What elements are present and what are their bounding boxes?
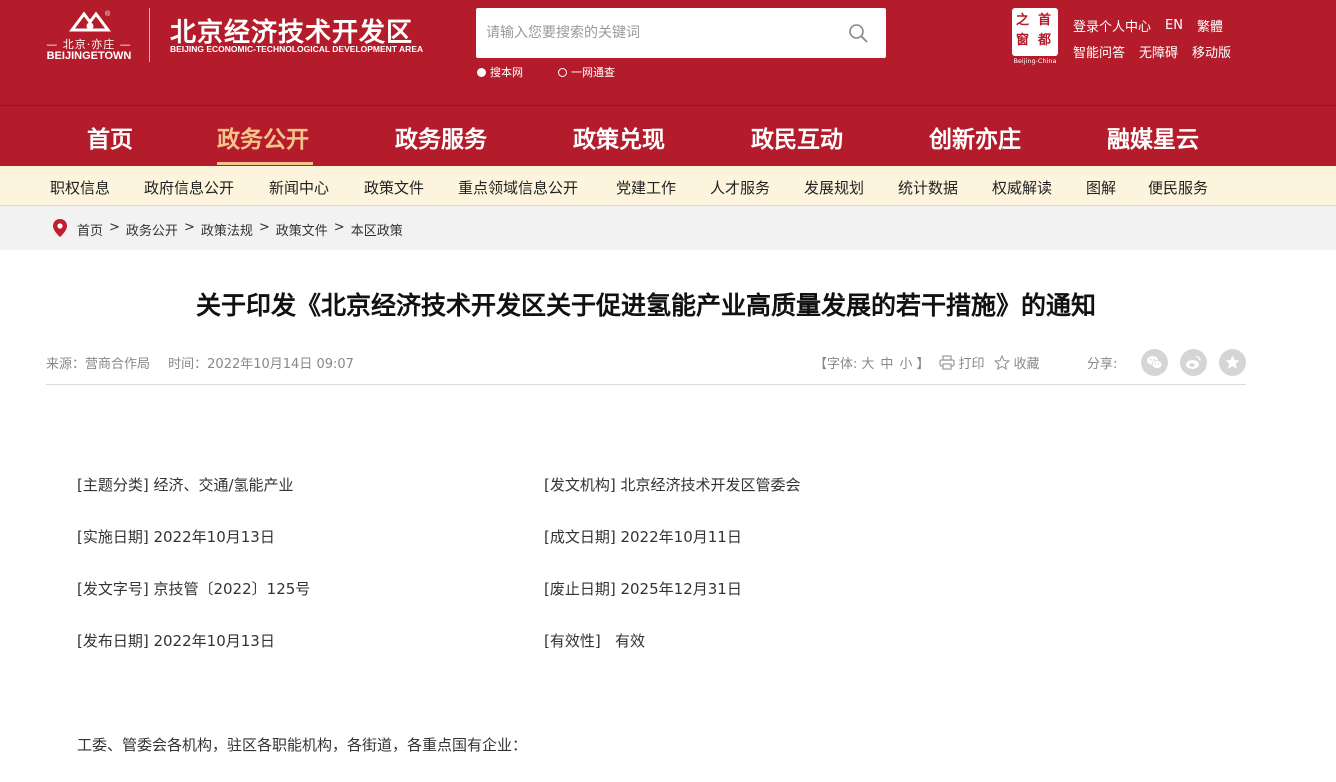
subnav-item[interactable]: 新闻中心: [269, 177, 329, 198]
etown-logo-icon: ®: [69, 10, 111, 32]
search-input[interactable]: [486, 21, 826, 45]
breadcrumb-separator: >: [183, 220, 195, 235]
capital-logo-char: 都: [1038, 33, 1052, 48]
subnav-item[interactable]: 权威解读: [992, 177, 1052, 198]
breadcrumb-separator: >: [109, 220, 120, 235]
subnav-item[interactable]: 人才服务: [710, 177, 770, 198]
article-source: 来源：营商合作局: [46, 357, 151, 372]
article-greeting: 工委、管委会各机构，驻区各职能机构，各街道，各重点国有企业：: [77, 736, 528, 754]
english-link[interactable]: EN: [1165, 18, 1183, 33]
breadcrumb: 首页 > 政务公开 > 政策法规 > 政策文件 > 本区政策: [77, 220, 403, 239]
subnav-item[interactable]: 重点领域信息公开: [458, 177, 578, 198]
logo-english: BEIJINGETOWN: [46, 50, 132, 62]
site-header: ® — 北京·亦庄 — BEIJINGETOWN 北京经济技术开发区 BEIJI…: [0, 0, 1336, 166]
share-label: 分享:: [1087, 357, 1118, 372]
nav-interaction[interactable]: 政民互动: [751, 120, 843, 154]
radio-empty-icon: [558, 67, 567, 77]
location-pin-icon: [53, 219, 67, 237]
logo-divider: [149, 8, 150, 62]
site-subtitle: BEIJING ECONOMIC-TECHNOLOGICAL DEVELOPME…: [170, 44, 424, 54]
nav-home[interactable]: 首页: [87, 120, 133, 154]
font-size-medium[interactable]: 中: [880, 353, 893, 372]
subnav-item[interactable]: 职权信息: [50, 177, 110, 198]
capital-logo-char: 之: [1016, 13, 1030, 28]
main-nav: 首页 政务公开 政务服务 政策兑现 政民互动 创新亦庄 融媒星云: [0, 106, 1336, 166]
breadcrumb-separator: >: [333, 220, 345, 235]
nav-active-indicator: [217, 162, 313, 165]
share-wechat-button[interactable]: [1141, 349, 1168, 376]
info-doc-number: [发文字号] 京技管〔2022〕125号: [77, 580, 311, 598]
scope-all-radio[interactable]: 一网通查: [558, 64, 615, 80]
font-size-label-close: 】: [916, 357, 930, 372]
svg-text:®: ®: [105, 10, 111, 18]
wechat-icon: [1147, 356, 1163, 369]
search-icon[interactable]: [848, 23, 868, 43]
info-publish-date: [发布日期] 2022年10月13日: [77, 632, 275, 650]
article-meta: 来源：营商合作局 时间：2022年10月14日 09:07: [46, 353, 368, 372]
capital-logo-char: 窗: [1016, 33, 1030, 48]
breadcrumb-policy-docs[interactable]: 政策文件: [276, 220, 328, 239]
capital-logo-english: Beijing-China: [1013, 57, 1057, 65]
subnav-item[interactable]: 政策文件: [364, 177, 424, 198]
accessibility-link[interactable]: 无障碍: [1139, 42, 1178, 61]
font-size-label: 【字体:: [814, 357, 858, 372]
info-subject: [主题分类] 经济、交通/氢能产业: [77, 476, 294, 494]
info-validity: [有效性] 有效: [544, 632, 646, 650]
meta-divider: [46, 384, 1246, 385]
radio-selected-icon: [477, 67, 486, 77]
scope-site-label: 搜本网: [490, 66, 523, 79]
top-links: 登录个人中心 EN 繁體 智能问答 无障碍 移动版: [1073, 12, 1231, 64]
subnav-item[interactable]: 政府信息公开: [144, 177, 234, 198]
subnav-item[interactable]: 发展规划: [804, 177, 864, 198]
nav-gov-services[interactable]: 政务服务: [395, 120, 487, 154]
share-weibo-button[interactable]: [1180, 349, 1207, 376]
info-effective-date: [实施日期] 2022年10月13日: [77, 528, 275, 546]
info-written-date: [成文日期] 2022年10月11日: [544, 528, 742, 546]
weibo-icon: [1186, 355, 1201, 369]
breadcrumb-bar: 首页 > 政务公开 > 政策法规 > 政策文件 > 本区政策: [0, 206, 1336, 250]
smart-qa-link[interactable]: 智能问答: [1073, 42, 1125, 61]
article-title: 关于印发《北京经济技术开发区关于促进氢能产业高质量发展的若干措施》的通知: [195, 291, 1096, 320]
search-box: [476, 8, 886, 58]
article-time: 时间：2022年10月14日 09:07: [168, 357, 354, 372]
collect-button[interactable]: 收藏: [994, 353, 1039, 372]
subnav-item[interactable]: 党建工作: [616, 177, 676, 198]
breadcrumb-local-policy[interactable]: 本区政策: [351, 220, 403, 239]
font-size-small[interactable]: 小: [899, 353, 912, 372]
breadcrumb-home[interactable]: 首页: [77, 220, 103, 239]
star-outline-icon: [994, 355, 1011, 370]
scope-site-radio[interactable]: 搜本网: [477, 64, 523, 80]
subnav-item[interactable]: 图解: [1086, 177, 1116, 198]
printer-icon: [939, 355, 956, 370]
breadcrumb-gov-affairs[interactable]: 政务公开: [126, 220, 178, 239]
share-favorite-button[interactable]: [1219, 349, 1246, 376]
traditional-chinese-link[interactable]: 繁體: [1197, 16, 1223, 35]
star-icon: [1225, 355, 1240, 369]
sub-nav: 职权信息 政府信息公开 新闻中心 政策文件 重点领域信息公开 党建工作 人才服务…: [0, 166, 1336, 206]
capital-window-logo[interactable]: 之 首 窗 都 Beijing-China: [1012, 8, 1058, 65]
collect-label: 收藏: [1013, 357, 1040, 372]
scope-all-label: 一网通查: [571, 66, 615, 79]
breadcrumb-regulations[interactable]: 政策法规: [201, 220, 253, 239]
nav-gov-affairs-open[interactable]: 政务公开: [217, 120, 309, 154]
nav-innovation-yizhuang[interactable]: 创新亦庄: [929, 120, 1021, 154]
mobile-version-link[interactable]: 移动版: [1192, 42, 1231, 61]
site-logo[interactable]: ® — 北京·亦庄 — BEIJINGETOWN: [44, 8, 134, 64]
login-link[interactable]: 登录个人中心: [1073, 16, 1151, 35]
info-issuer: [发文机构] 北京经济技术开发区管委会: [544, 476, 801, 494]
print-button[interactable]: 打印: [939, 353, 984, 372]
nav-policy-fulfillment[interactable]: 政策兑现: [573, 120, 665, 154]
article-tools: 【字体: 大 中 小 】 打印 收藏: [814, 353, 1039, 372]
breadcrumb-separator: >: [258, 220, 270, 235]
info-expiry-date: [废止日期] 2025年12月31日: [544, 580, 742, 598]
subnav-item[interactable]: 统计数据: [898, 177, 958, 198]
capital-logo-char: 首: [1038, 13, 1052, 28]
font-size-large[interactable]: 大: [861, 353, 874, 372]
subnav-item[interactable]: 便民服务: [1148, 177, 1208, 198]
print-label: 打印: [958, 357, 985, 372]
nav-media-cloud[interactable]: 融媒星云: [1107, 120, 1199, 154]
